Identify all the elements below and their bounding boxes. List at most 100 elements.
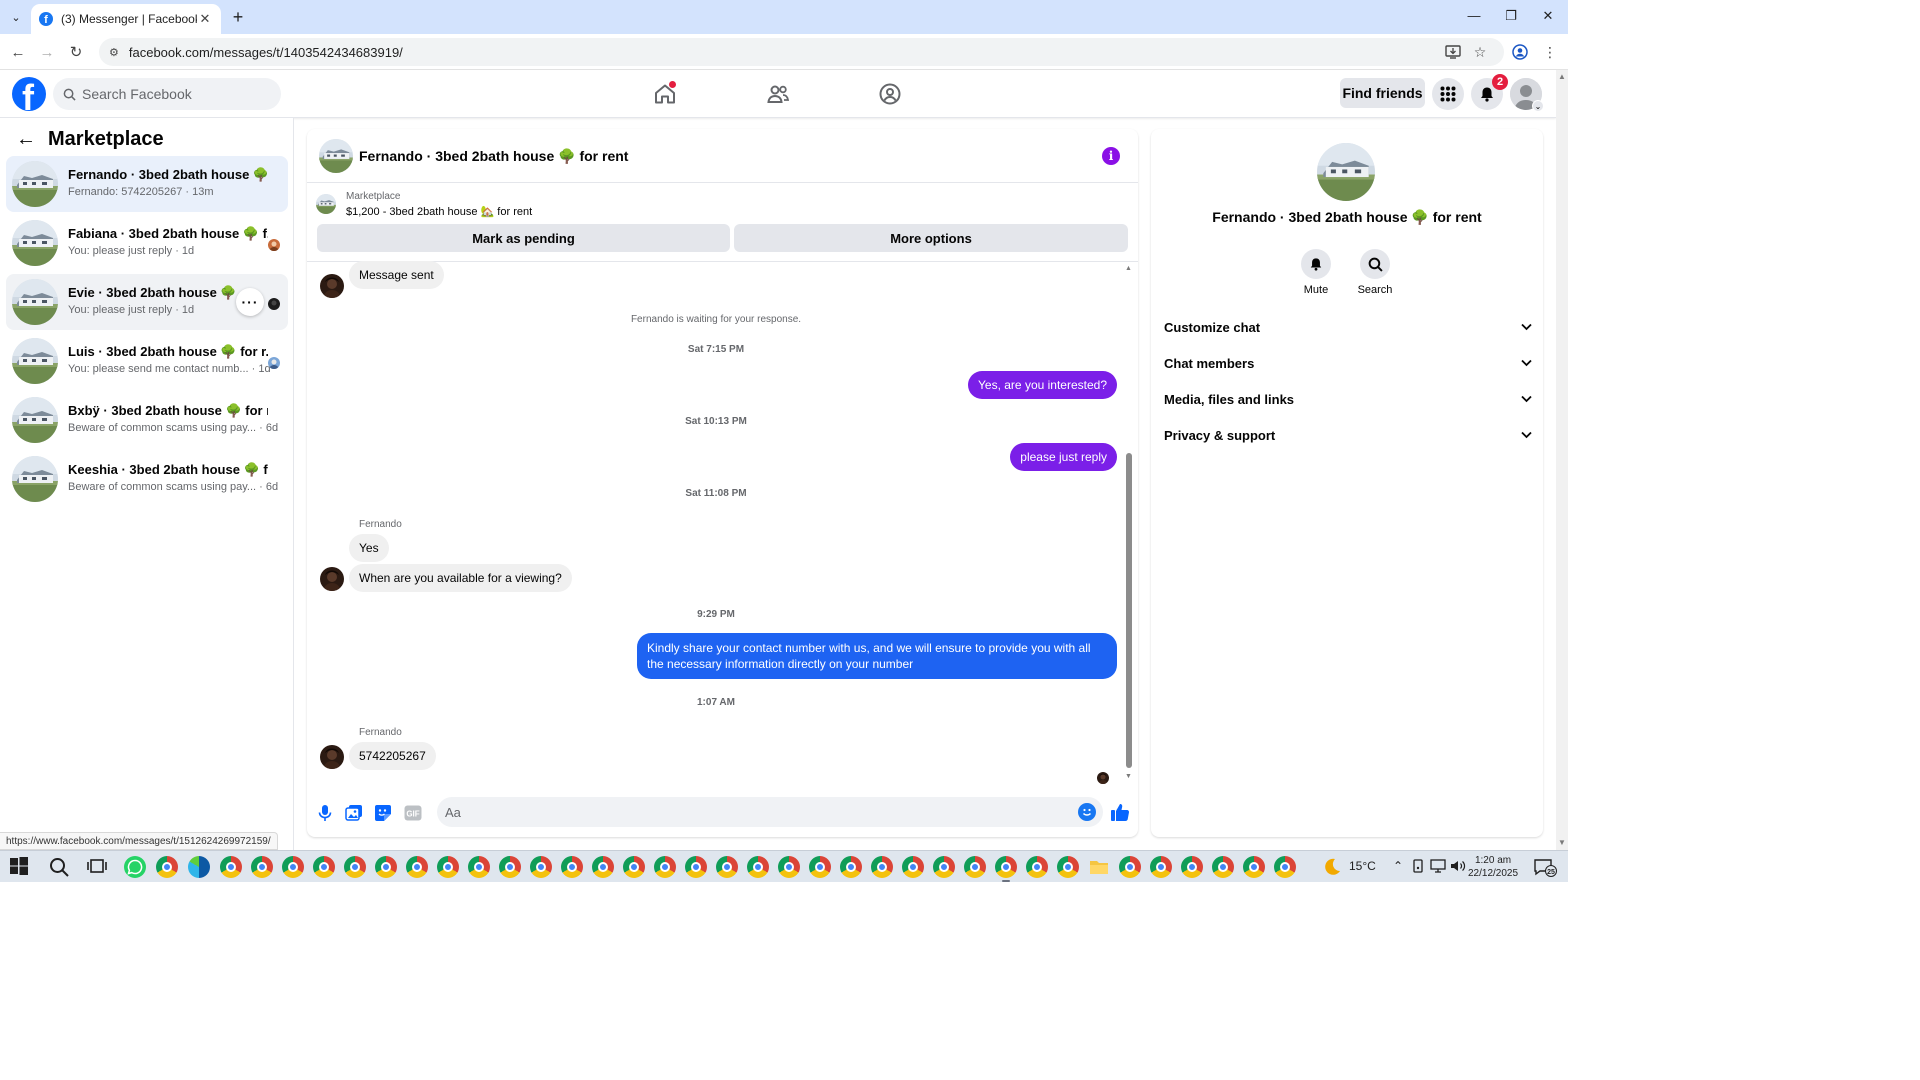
more-options-ellipsis-icon[interactable]: ··· bbox=[236, 288, 264, 316]
chrome-icon[interactable] bbox=[468, 856, 490, 878]
browser-tab-messenger[interactable]: f (3) Messenger | Facebook ✕ bbox=[31, 4, 221, 34]
profile-icon[interactable] bbox=[1511, 43, 1529, 61]
chrome-icon[interactable] bbox=[282, 856, 304, 878]
minimize-icon[interactable]: — bbox=[1464, 8, 1484, 23]
chrome-icon[interactable] bbox=[251, 856, 273, 878]
restore-icon[interactable]: ❐ bbox=[1501, 8, 1521, 24]
chrome-icon[interactable] bbox=[437, 856, 459, 878]
chrome-icon[interactable] bbox=[1119, 856, 1141, 878]
menu-grid-button[interactable] bbox=[1432, 78, 1464, 110]
section-customize-chat[interactable]: Customize chat bbox=[1164, 313, 1532, 341]
chrome-icon[interactable] bbox=[1026, 856, 1048, 878]
chat-scrollbar[interactable]: ▲ ▼ bbox=[1124, 263, 1134, 783]
tab-close-icon[interactable]: ✕ bbox=[197, 11, 213, 27]
chrome-icon[interactable] bbox=[561, 856, 583, 878]
chat-scroll-thumb[interactable] bbox=[1126, 453, 1132, 768]
taskbar-search-icon[interactable] bbox=[48, 856, 70, 878]
reload-icon[interactable]: ↻ bbox=[66, 42, 86, 62]
chat-thumbnail[interactable] bbox=[319, 139, 353, 173]
conversation-info-icon[interactable]: i bbox=[1102, 147, 1120, 165]
bookmark-star-icon[interactable]: ☆ bbox=[1471, 43, 1489, 61]
chat-scroll-up-icon[interactable]: ▲ bbox=[1125, 265, 1132, 272]
volume-icon[interactable] bbox=[1450, 859, 1466, 873]
tab-search-chevron-icon[interactable]: ⌄ bbox=[5, 6, 27, 28]
chrome-icon[interactable] bbox=[406, 856, 428, 878]
chrome-icon[interactable] bbox=[809, 856, 831, 878]
chrome-icon[interactable] bbox=[685, 856, 707, 878]
message-bubble-outgoing[interactable]: Kindly share your contact number with us… bbox=[637, 633, 1117, 680]
site-info-icon[interactable]: ⚙ bbox=[109, 46, 119, 59]
chrome-icon[interactable] bbox=[375, 856, 397, 878]
tray-device-icon[interactable] bbox=[1412, 859, 1424, 873]
conversation-item-fabiana[interactable]: Fabiana · 3bed 2bath house 🌳 f... You: p… bbox=[6, 215, 288, 271]
weather-temperature[interactable]: 15°C bbox=[1349, 859, 1376, 873]
chrome-icon[interactable] bbox=[313, 856, 335, 878]
chrome-icon[interactable] bbox=[1057, 856, 1079, 878]
taskbar-clock[interactable]: 1:20 am 22/12/2025 bbox=[1468, 854, 1518, 880]
network-icon[interactable] bbox=[1430, 859, 1446, 873]
chrome-icon[interactable] bbox=[933, 856, 955, 878]
sender-avatar[interactable] bbox=[320, 745, 344, 769]
thumbs-up-like-icon[interactable] bbox=[1109, 801, 1131, 823]
sender-avatar[interactable] bbox=[320, 274, 344, 298]
task-view-icon[interactable] bbox=[87, 856, 109, 878]
find-friends-button[interactable]: Find friends bbox=[1340, 78, 1425, 108]
section-chat-members[interactable]: Chat members bbox=[1164, 349, 1532, 377]
chrome-icon[interactable] bbox=[344, 856, 366, 878]
message-bubble-incoming[interactable]: Message sent bbox=[349, 261, 444, 289]
chrome-icon[interactable] bbox=[156, 856, 178, 878]
listing-thumbnail[interactable] bbox=[316, 194, 336, 214]
sender-avatar[interactable] bbox=[320, 567, 344, 591]
section-privacy-support[interactable]: Privacy & support bbox=[1164, 421, 1532, 449]
chrome-icon[interactable] bbox=[623, 856, 645, 878]
nav-groups[interactable] bbox=[866, 78, 914, 110]
sticker-icon[interactable] bbox=[373, 803, 393, 823]
mark-as-pending-button[interactable]: Mark as pending bbox=[317, 224, 730, 252]
notification-center-icon[interactable]: 25 bbox=[1533, 857, 1557, 877]
chat-scroll-down-icon[interactable]: ▼ bbox=[1125, 773, 1132, 780]
conversation-item-fernando[interactable]: Fernando · 3bed 2bath house 🌳 f... Ferna… bbox=[6, 156, 288, 212]
chrome-icon[interactable] bbox=[1181, 856, 1203, 878]
message-bubble-outgoing[interactable]: please just reply bbox=[1010, 443, 1117, 471]
chrome-icon-active[interactable] bbox=[995, 856, 1017, 882]
conversation-item-keeshia[interactable]: Keeshia · 3bed 2bath house 🌳 for... Bewa… bbox=[6, 451, 288, 507]
chrome-icon[interactable] bbox=[1150, 856, 1172, 878]
chrome-icon[interactable] bbox=[840, 856, 862, 878]
forward-arrow-icon[interactable]: → bbox=[37, 42, 57, 62]
back-arrow-icon[interactable]: ← bbox=[16, 128, 36, 151]
chrome-icon[interactable] bbox=[716, 856, 738, 878]
nav-home[interactable] bbox=[641, 78, 689, 110]
microphone-icon[interactable] bbox=[315, 803, 335, 823]
facebook-search[interactable] bbox=[53, 78, 281, 110]
chrome-icon[interactable] bbox=[1274, 856, 1296, 878]
edge-icon[interactable] bbox=[188, 856, 210, 878]
search-input[interactable] bbox=[82, 86, 262, 102]
nav-friends[interactable] bbox=[754, 78, 802, 110]
photo-gallery-icon[interactable] bbox=[344, 803, 364, 823]
windows-start-icon[interactable] bbox=[9, 856, 31, 878]
message-bubble-incoming[interactable]: 5742205267 bbox=[349, 742, 436, 770]
scroll-up-arrow-icon[interactable]: ▲ bbox=[1558, 72, 1566, 81]
chrome-icon[interactable] bbox=[964, 856, 986, 878]
chrome-icon[interactable] bbox=[871, 856, 893, 878]
search-in-conversation-button[interactable]: Search bbox=[1355, 249, 1395, 296]
chrome-icon[interactable] bbox=[778, 856, 800, 878]
whatsapp-icon[interactable] bbox=[124, 856, 146, 878]
chrome-icon[interactable] bbox=[499, 856, 521, 878]
chrome-icon[interactable] bbox=[530, 856, 552, 878]
conversation-item-bxby[interactable]: Bxbÿ · 3bed 2bath house 🌳 for rent Bewar… bbox=[6, 392, 288, 448]
more-options-button[interactable]: More options bbox=[734, 224, 1128, 252]
message-bubble-outgoing[interactable]: Yes, are you interested? bbox=[968, 371, 1117, 399]
chrome-icon[interactable] bbox=[654, 856, 676, 878]
message-input[interactable] bbox=[437, 797, 1103, 827]
window-close-icon[interactable]: ✕ bbox=[1538, 8, 1558, 24]
address-bar[interactable]: ⚙ facebook.com/messages/t/14035424346839… bbox=[99, 38, 1504, 66]
chrome-icon[interactable] bbox=[220, 856, 242, 878]
facebook-logo[interactable]: f bbox=[12, 77, 46, 111]
listing-title[interactable]: $1,200 - 3bed 2bath house 🏡 for rent bbox=[346, 205, 532, 218]
install-app-icon[interactable] bbox=[1444, 43, 1462, 61]
account-chevron-down-icon[interactable]: ⌄ bbox=[1532, 100, 1544, 112]
message-bubble-incoming[interactable]: Yes bbox=[349, 534, 389, 562]
emoji-smiley-icon[interactable] bbox=[1078, 803, 1096, 821]
conversation-item-evie[interactable]: Evie · 3bed 2bath house 🌳 for You: pleas… bbox=[6, 274, 288, 330]
